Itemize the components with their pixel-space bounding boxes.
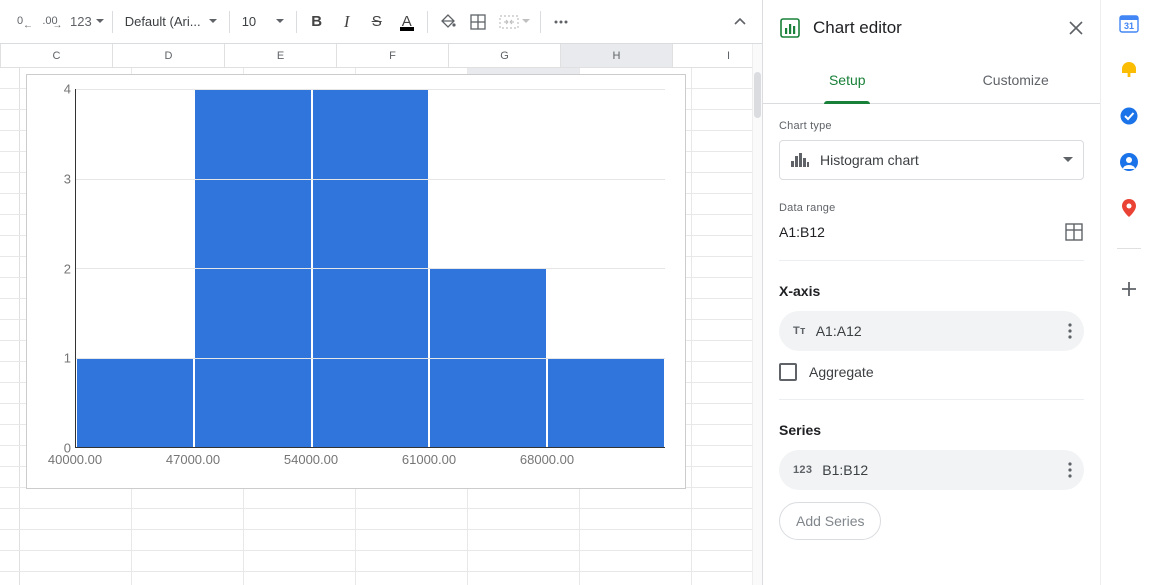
chart-type-value: Histogram chart xyxy=(820,152,1053,168)
xaxis-options-button[interactable] xyxy=(1064,319,1076,343)
column-header[interactable]: H xyxy=(561,44,673,67)
x-tick-label: 54000.00 xyxy=(284,452,338,467)
tab-customize[interactable]: Customize xyxy=(932,56,1101,103)
text-type-icon: Tт xyxy=(793,325,806,337)
tasks-icon[interactable] xyxy=(1119,106,1139,126)
data-range-label: Data range xyxy=(779,202,1084,214)
chevron-down-icon xyxy=(96,19,104,24)
maps-icon[interactable] xyxy=(1119,198,1139,218)
y-tick-label: 4 xyxy=(64,82,71,97)
series-range-chip[interactable]: 123 B1:B12 xyxy=(779,450,1084,490)
x-axis: 40000.0047000.0054000.0061000.0068000.00 xyxy=(75,452,665,472)
histogram-bar xyxy=(548,358,664,448)
number-type-icon: 123 xyxy=(793,464,812,476)
column-header[interactable]: D xyxy=(113,44,225,67)
select-range-button[interactable] xyxy=(1064,222,1084,242)
chart-editor-title: Chart editor xyxy=(813,18,1056,38)
histogram-icon xyxy=(790,151,810,169)
y-axis: 01234 xyxy=(41,89,75,448)
font-size-select[interactable]: 10 xyxy=(236,8,290,36)
chevron-down-icon xyxy=(276,19,284,24)
increase-decimal-button[interactable]: .00 → xyxy=(36,8,64,36)
chart-type-label: Chart type xyxy=(779,120,1084,132)
fill-color-button[interactable] xyxy=(434,8,462,36)
calendar-icon[interactable]: 31 xyxy=(1119,14,1139,34)
column-headers: CDEFGHI xyxy=(0,44,752,68)
aggregate-label: Aggregate xyxy=(809,364,874,380)
text-color-button[interactable]: A xyxy=(393,8,421,36)
more-formats-button[interactable]: 123 xyxy=(66,8,106,36)
column-header[interactable]: E xyxy=(225,44,337,67)
xaxis-section-title: X-axis xyxy=(779,283,1084,299)
column-header[interactable]: C xyxy=(1,44,113,67)
contacts-icon[interactable] xyxy=(1119,152,1139,172)
more-toolbar-button[interactable] xyxy=(547,8,575,36)
vertical-scrollbar[interactable] xyxy=(752,44,762,585)
formatting-toolbar: 0 ← .00 → 123 Default (Ari... xyxy=(0,0,762,44)
chevron-down-icon xyxy=(209,19,217,24)
decrease-decimal-button[interactable]: 0 ← xyxy=(6,8,34,36)
x-tick-label: 40000.00 xyxy=(48,452,102,467)
spreadsheet-grid[interactable]: CDEFGHI 01234 40000.0047000.0054000.0061… xyxy=(0,44,762,585)
series-range-value: B1:B12 xyxy=(822,462,1054,478)
borders-button[interactable] xyxy=(464,8,492,36)
side-panel-rail: 31 xyxy=(1101,0,1157,585)
data-range-value: A1:B12 xyxy=(779,224,825,240)
xaxis-range-value: A1:A12 xyxy=(816,323,1054,339)
y-tick-label: 3 xyxy=(64,171,71,186)
svg-text:31: 31 xyxy=(1124,21,1134,31)
italic-button[interactable]: I xyxy=(333,8,361,36)
column-header[interactable]: G xyxy=(449,44,561,67)
y-tick-label: 1 xyxy=(64,351,71,366)
aggregate-checkbox[interactable] xyxy=(779,363,797,381)
x-tick-label: 68000.00 xyxy=(520,452,574,467)
series-options-button[interactable] xyxy=(1064,458,1076,482)
bold-button[interactable]: B xyxy=(303,8,331,36)
x-tick-label: 47000.00 xyxy=(166,452,220,467)
keep-icon[interactable] xyxy=(1119,60,1139,80)
chevron-down-icon xyxy=(1063,157,1073,163)
x-tick-label: 61000.00 xyxy=(402,452,456,467)
merge-cells-button[interactable] xyxy=(494,8,534,36)
close-button[interactable] xyxy=(1068,20,1084,36)
plot-area xyxy=(75,89,665,448)
column-header[interactable]: I xyxy=(673,44,762,67)
collapse-toolbar-button[interactable] xyxy=(728,8,756,36)
embedded-chart[interactable]: 01234 40000.0047000.0054000.0061000.0068… xyxy=(26,74,686,489)
tab-setup[interactable]: Setup xyxy=(763,56,932,103)
strikethrough-button[interactable]: S xyxy=(363,8,391,36)
add-addon-button[interactable] xyxy=(1119,279,1139,299)
add-series-button[interactable]: Add Series xyxy=(779,502,881,540)
font-family-select[interactable]: Default (Ari... xyxy=(119,8,223,36)
chart-type-select[interactable]: Histogram chart xyxy=(779,140,1084,180)
chart-editor-panel: Chart editor Setup Customize Chart type … xyxy=(763,0,1101,585)
chart-editor-icon xyxy=(779,17,801,39)
series-section-title: Series xyxy=(779,422,1084,438)
chevron-down-icon xyxy=(522,19,530,24)
column-header[interactable]: F xyxy=(337,44,449,67)
xaxis-range-chip[interactable]: Tт A1:A12 xyxy=(779,311,1084,351)
histogram-bar xyxy=(77,358,193,448)
y-tick-label: 2 xyxy=(64,261,71,276)
